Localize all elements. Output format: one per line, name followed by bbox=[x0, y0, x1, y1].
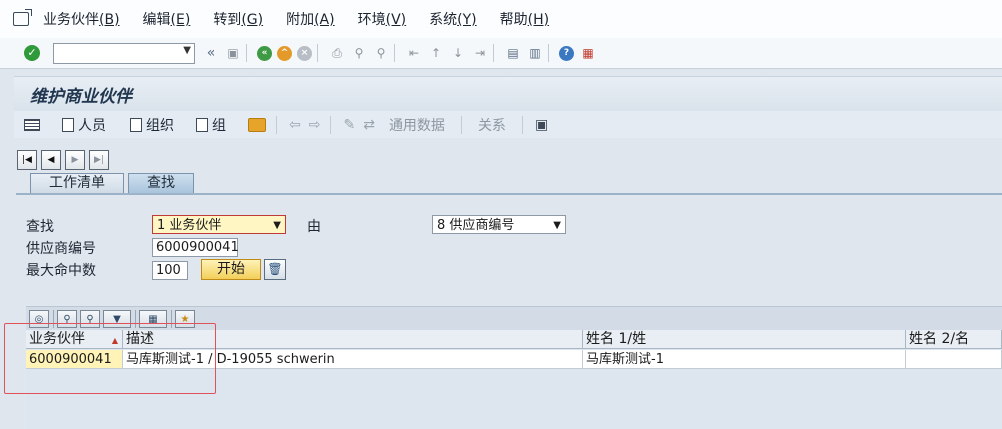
grid-toolbar: ◎ ⚲ ⚲ ▼ ▦ ★ bbox=[26, 306, 1002, 330]
person-button[interactable]: 人员 bbox=[62, 115, 106, 135]
trash-icon[interactable]: 🗑 bbox=[264, 259, 286, 280]
worklist-toggle-icon[interactable] bbox=[24, 118, 40, 131]
last-page-icon[interactable]: ⇥ bbox=[472, 45, 488, 61]
toolbar-separator bbox=[171, 309, 172, 328]
max-hits-label: 最大命中数 bbox=[26, 263, 96, 279]
app-menu-icon[interactable] bbox=[13, 9, 32, 26]
menu-bar: 业务伙伴(B) 编辑(E) 转到(G) 附加(A) 环境(V) 系统(Y) 帮助… bbox=[0, 0, 1002, 38]
menu-system[interactable]: 系统(Y) bbox=[429, 9, 476, 29]
toolbar-separator bbox=[135, 309, 136, 328]
group-button[interactable]: 组 bbox=[196, 115, 226, 135]
find-next-icon[interactable]: ⚲ bbox=[80, 309, 100, 328]
start-button[interactable]: 开始 bbox=[201, 259, 261, 280]
shortcut-icon[interactable]: ▥ bbox=[527, 45, 543, 61]
menu-goto[interactable]: 转到(G) bbox=[213, 9, 263, 29]
table-row-name2-cell[interactable] bbox=[906, 350, 1002, 369]
screen-title-bar: 维护商业伙伴 bbox=[14, 76, 1002, 112]
switch-icon[interactable]: ⇄ bbox=[363, 117, 375, 133]
toolbar-separator bbox=[330, 115, 332, 134]
find-object-select[interactable]: 1 业务伙伴 ▼ bbox=[152, 215, 286, 234]
save-icon[interactable]: ▣ bbox=[225, 45, 241, 61]
by-label: 由 bbox=[307, 219, 321, 235]
prev-page-icon[interactable]: ↑ bbox=[428, 45, 444, 61]
record-navigation: |◀ ◀ ▶ ▶| bbox=[17, 150, 113, 170]
toolbar-separator bbox=[246, 44, 247, 62]
general-data-button[interactable]: 通用数据 bbox=[389, 115, 445, 135]
tab-find[interactable]: 查找 bbox=[128, 173, 194, 193]
toolbar-separator bbox=[548, 44, 549, 62]
edit-toggle-icon[interactable]: ✎ bbox=[343, 117, 355, 133]
vendor-number-label: 供应商编号 bbox=[26, 241, 96, 257]
document-icon bbox=[62, 117, 74, 132]
cancel-icon[interactable]: × bbox=[297, 45, 312, 61]
document-icon bbox=[130, 117, 142, 132]
toolbar-separator bbox=[317, 44, 318, 62]
prev-record-button[interactable]: ◀ bbox=[41, 150, 61, 170]
document-icon bbox=[196, 117, 208, 132]
page-title: 维护商业伙伴 bbox=[30, 87, 132, 107]
arrow-right-icon[interactable]: ⇨ bbox=[309, 117, 321, 133]
filter-icon[interactable]: ▼ bbox=[103, 309, 131, 328]
vendor-number-input[interactable]: 6000900041 bbox=[152, 238, 239, 257]
menu-business-partner[interactable]: 业务伙伴(B) bbox=[43, 9, 120, 29]
sort-ascending-icon: ▲ bbox=[111, 336, 118, 345]
max-hits-input[interactable]: 100 bbox=[152, 261, 188, 280]
first-record-button[interactable]: |◀ bbox=[17, 150, 37, 170]
column-header-partner[interactable]: 业务伙伴 ▲ bbox=[26, 330, 123, 349]
command-field[interactable]: ▼ bbox=[53, 42, 195, 64]
layout-icon[interactable]: ▦ bbox=[139, 309, 167, 328]
toolbar-separator bbox=[460, 115, 462, 134]
enter-check-icon[interactable]: ✓ bbox=[24, 45, 40, 61]
standard-toolbar: ✓ ▼ « ▣ « ^ × ⎙ ⚲ ⚲ ⇤ ↑ ↓ ⇥ ▤ ▥ ? ▦ bbox=[0, 38, 1002, 69]
toolbar-separator bbox=[521, 115, 523, 134]
transaction-icon[interactable]: ▣ bbox=[535, 117, 548, 133]
next-record-button[interactable]: ▶ bbox=[65, 150, 85, 170]
details-icon[interactable]: ◎ bbox=[29, 309, 49, 328]
application-toolbar: 人员 组织 组 ⇦ ⇨ ✎ ⇄ 通用数据 关系 ▣ bbox=[14, 111, 1002, 138]
next-page-icon[interactable]: ↓ bbox=[450, 45, 466, 61]
table-row-description-cell[interactable]: 马库斯测试-1 / D-19055 schwerin bbox=[123, 350, 583, 369]
menu-environment[interactable]: 环境(V) bbox=[358, 9, 407, 29]
menu-help[interactable]: 帮助(H) bbox=[500, 9, 549, 29]
layout-icon[interactable]: ▦ bbox=[580, 45, 596, 61]
toolbar-separator bbox=[493, 44, 494, 62]
find-label: 查找 bbox=[26, 219, 54, 235]
chevron-down-icon[interactable]: ▼ bbox=[273, 216, 281, 235]
toolbar-separator bbox=[394, 44, 395, 62]
first-page-icon[interactable]: ⇤ bbox=[406, 45, 422, 61]
results-grid: 业务伙伴 ▲ 描述 姓名 1/姓 姓名 2/名 6000900041 马库斯测试… bbox=[26, 330, 1002, 429]
search-form: 查找 1 业务伙伴 ▼ 由 8 供应商编号 ▼ 供应商编号 6000900041… bbox=[16, 195, 1002, 305]
menu-extras[interactable]: 附加(A) bbox=[286, 9, 335, 29]
menu-edit[interactable]: 编辑(E) bbox=[143, 9, 191, 29]
exit-icon[interactable]: ^ bbox=[277, 45, 292, 61]
last-record-button[interactable]: ▶| bbox=[89, 150, 109, 170]
chevron-down-icon[interactable]: ▼ bbox=[553, 216, 561, 235]
search-by-select[interactable]: 8 供应商编号 ▼ bbox=[432, 215, 566, 234]
table-row-name1-cell[interactable]: 马库斯测试-1 bbox=[583, 350, 906, 369]
tab-worklist[interactable]: 工作清单 bbox=[30, 173, 124, 193]
column-header-name1[interactable]: 姓名 1/姓 bbox=[583, 330, 906, 349]
organization-button[interactable]: 组织 bbox=[130, 115, 174, 135]
new-session-icon[interactable]: ▤ bbox=[505, 45, 521, 61]
help-icon[interactable]: ? bbox=[559, 45, 574, 61]
table-row-partner-cell[interactable]: 6000900041 bbox=[26, 350, 123, 369]
relations-button[interactable]: 关系 bbox=[478, 115, 506, 135]
back-icon[interactable]: « bbox=[257, 45, 272, 61]
toolbar-separator bbox=[53, 309, 54, 328]
column-header-description[interactable]: 描述 bbox=[123, 330, 583, 349]
collapse-left-icon[interactable]: « bbox=[203, 45, 219, 61]
toolbar-separator bbox=[276, 115, 277, 134]
chevron-down-icon[interactable]: ▼ bbox=[183, 45, 191, 56]
arrow-left-icon[interactable]: ⇦ bbox=[289, 117, 301, 133]
find-next-icon[interactable]: ⚲ bbox=[373, 45, 389, 61]
print-icon[interactable]: ⎙ bbox=[329, 45, 345, 61]
find-icon[interactable]: ⚲ bbox=[57, 309, 77, 328]
favorites-icon[interactable]: ★ bbox=[175, 309, 195, 328]
column-header-name2[interactable]: 姓名 2/名 bbox=[906, 330, 1002, 349]
open-folder-icon[interactable] bbox=[248, 117, 266, 132]
find-icon[interactable]: ⚲ bbox=[351, 45, 367, 61]
command-input[interactable] bbox=[54, 43, 180, 61]
